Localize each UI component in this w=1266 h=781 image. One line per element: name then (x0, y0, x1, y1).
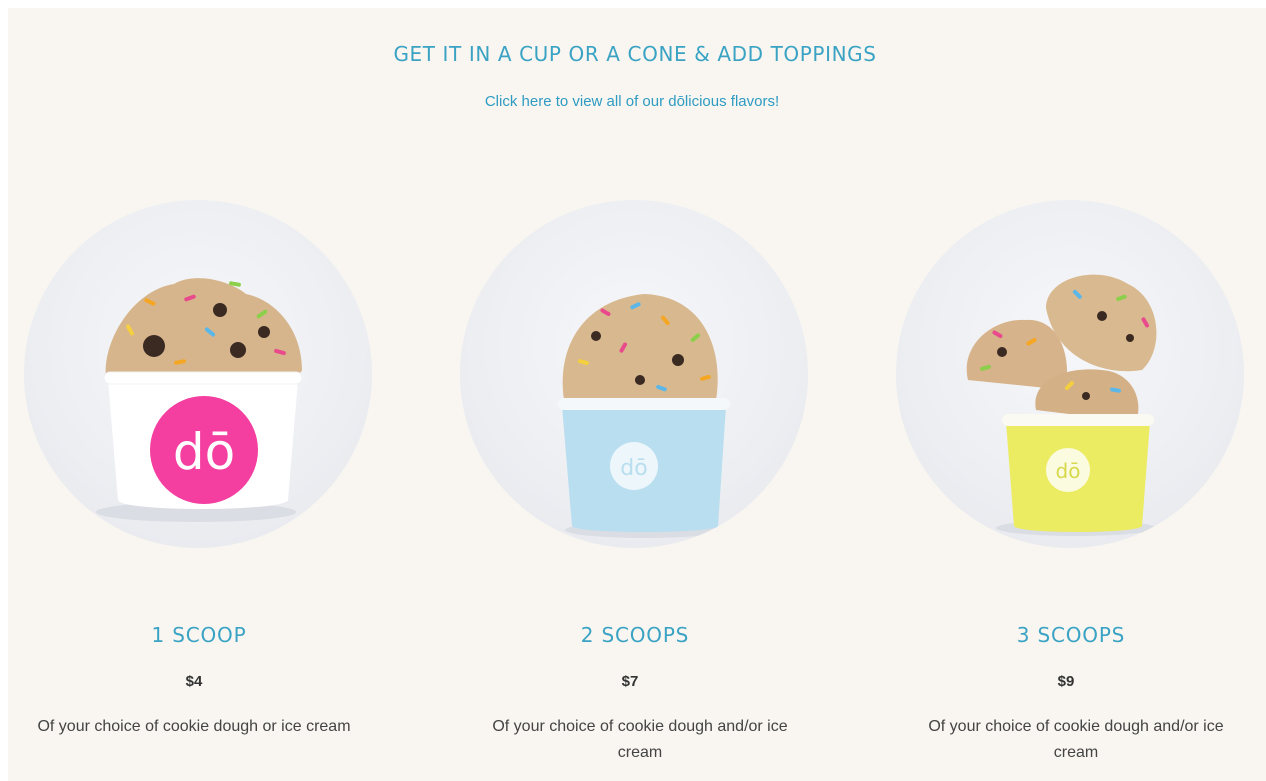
cookie-dough-cup-image: dō (96, 278, 303, 522)
card-description: Of your choice of cookie dough and/or ic… (928, 718, 1224, 761)
card-price: $4 (185, 673, 203, 690)
svg-text:dō: dō (173, 423, 235, 481)
card-title: 1 SCOOP (151, 623, 247, 647)
svg-text:dō: dō (620, 456, 647, 481)
product-photo: dō (24, 200, 372, 548)
card-price: $7 (621, 673, 639, 690)
section-headline: GET IT IN A CUP OR A CONE & ADD TOPPINGS (393, 42, 877, 66)
card-title: 2 SCOOPS (580, 623, 690, 647)
card-description: Of your choice of cookie dough and/or ic… (492, 718, 788, 761)
product-photo: dō (896, 200, 1244, 548)
card-price: $9 (1057, 673, 1075, 690)
card-description: Of your choice of cookie dough or ice cr… (37, 718, 351, 735)
cookie-dough-cup-image: dō (966, 274, 1157, 536)
product-photo: dō (460, 200, 808, 548)
view-flavors-link[interactable]: Click here to view all of our dōlicious … (0, 93, 1264, 110)
svg-text:dō: dō (1056, 459, 1081, 483)
card-title: 3 SCOOPS (1016, 623, 1126, 647)
cookie-dough-cup-image: dō (558, 294, 730, 538)
